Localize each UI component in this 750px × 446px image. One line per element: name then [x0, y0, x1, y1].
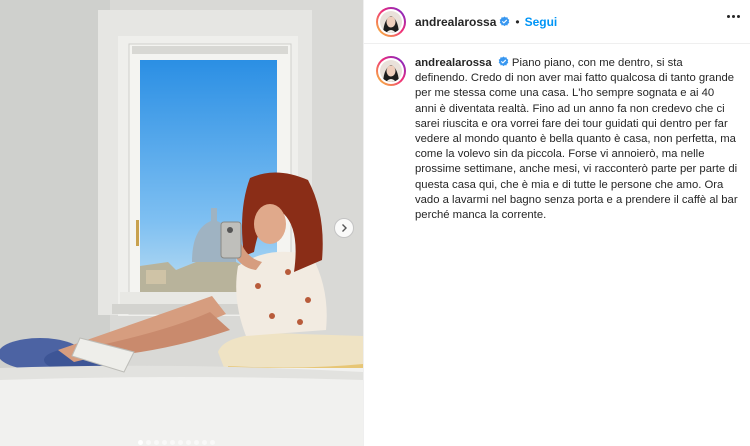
follow-button[interactable]: Segui: [525, 15, 558, 29]
avatar[interactable]: [376, 6, 406, 37]
author-username[interactable]: andrealarossa: [415, 15, 496, 29]
carousel-dot: [186, 440, 191, 445]
caption-body: andrealarossa Piano piano, con me dentro…: [415, 56, 738, 223]
carousel-dot: [154, 440, 159, 445]
carousel-dot: [170, 440, 175, 445]
carousel-dot: [194, 440, 199, 445]
avatar-image: [380, 10, 402, 33]
carousel-dot: [210, 440, 215, 445]
avatar-image: [380, 60, 402, 82]
verified-badge-icon: [500, 16, 510, 27]
caption-text: Piano piano, con me dentro, si sta defin…: [415, 57, 738, 222]
verified-badge-icon: [498, 56, 509, 67]
carousel-dot: [162, 440, 167, 445]
carousel-dot: [202, 440, 207, 445]
caption-username[interactable]: andrealarossa: [415, 57, 492, 69]
post-photo[interactable]: [0, 0, 363, 446]
carousel-dot: [146, 440, 151, 445]
caption-avatar[interactable]: [376, 56, 406, 86]
post-caption: andrealarossa Piano piano, con me dentro…: [364, 44, 750, 223]
header-separator: •: [515, 14, 520, 29]
carousel-dot: [178, 440, 183, 445]
carousel-next-button[interactable]: [334, 218, 354, 238]
post-sidebar: andrealarossa • Segui andrealarossa Pian…: [363, 0, 750, 446]
carousel-indicator: [138, 440, 215, 445]
chevron-right-icon: [342, 224, 347, 232]
post-header: andrealarossa • Segui: [364, 0, 750, 44]
carousel-dot: [138, 440, 143, 445]
more-options-icon[interactable]: [727, 15, 740, 18]
post-image: [0, 0, 363, 446]
